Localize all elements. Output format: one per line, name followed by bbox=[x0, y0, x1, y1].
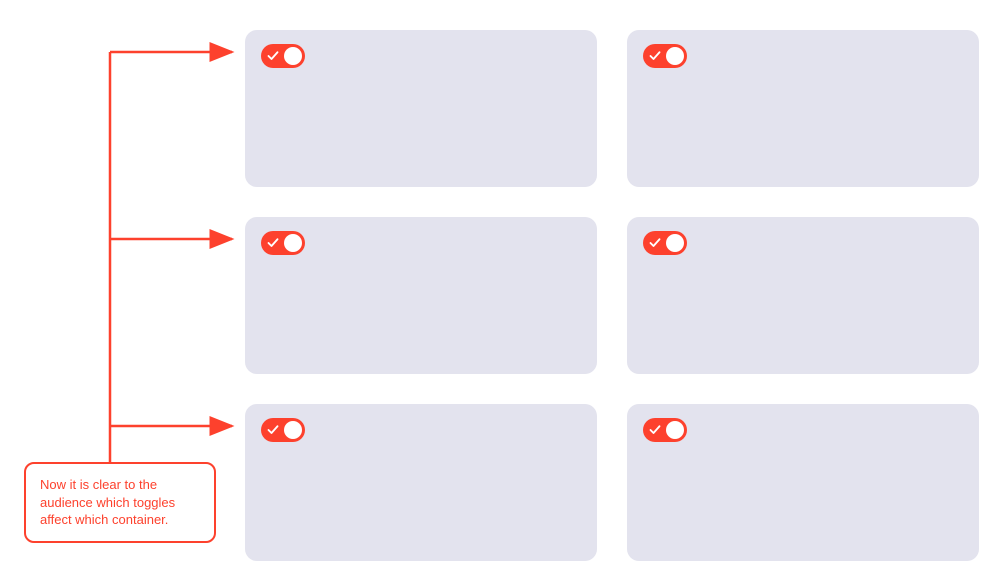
check-icon bbox=[648, 236, 662, 250]
toggle-knob bbox=[284, 47, 302, 65]
toggle-switch[interactable] bbox=[261, 231, 305, 255]
container-card bbox=[627, 217, 979, 374]
annotation-callout: Now it is clear to the audience which to… bbox=[24, 462, 216, 543]
toggle-knob bbox=[284, 421, 302, 439]
check-icon bbox=[648, 423, 662, 437]
container-card bbox=[245, 30, 597, 187]
toggle-knob bbox=[284, 234, 302, 252]
check-icon bbox=[648, 49, 662, 63]
toggle-knob bbox=[666, 421, 684, 439]
container-card bbox=[245, 217, 597, 374]
check-icon bbox=[266, 423, 280, 437]
card-grid bbox=[245, 30, 979, 561]
toggle-switch[interactable] bbox=[643, 44, 687, 68]
toggle-switch[interactable] bbox=[643, 231, 687, 255]
toggle-switch[interactable] bbox=[261, 418, 305, 442]
annotation-text: Now it is clear to the audience which to… bbox=[40, 476, 200, 529]
toggle-switch[interactable] bbox=[643, 418, 687, 442]
container-card bbox=[627, 30, 979, 187]
check-icon bbox=[266, 49, 280, 63]
toggle-knob bbox=[666, 47, 684, 65]
container-card bbox=[245, 404, 597, 561]
check-icon bbox=[266, 236, 280, 250]
toggle-switch[interactable] bbox=[261, 44, 305, 68]
container-card bbox=[627, 404, 979, 561]
toggle-knob bbox=[666, 234, 684, 252]
